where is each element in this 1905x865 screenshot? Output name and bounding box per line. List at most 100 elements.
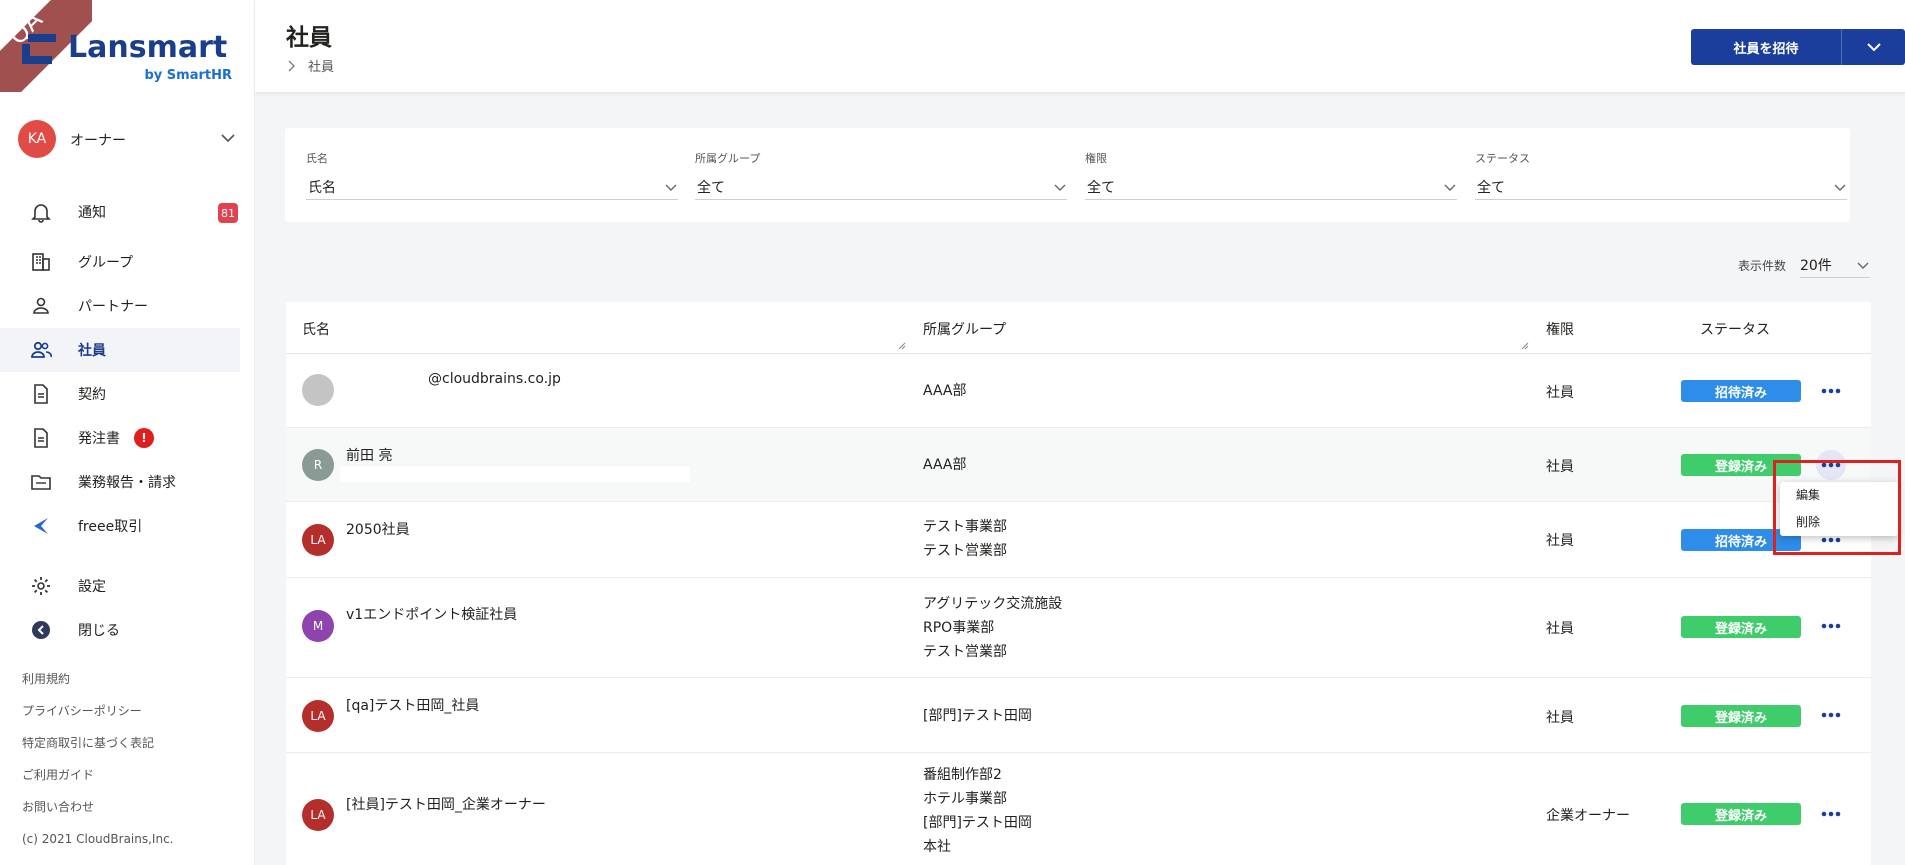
table-row[interactable]: @cloudbrains.co.jp AAA部 社員 招待済み [286, 354, 1871, 428]
table-row[interactable]: LA 2050社員 テスト事業部 テスト営業部 社員 招待済み [286, 502, 1871, 578]
column-header-name[interactable]: 氏名 [302, 319, 330, 339]
sidebar-item-partners[interactable]: パートナー [0, 284, 240, 328]
folder-icon [30, 471, 52, 493]
brand-name: Lansmart [68, 30, 228, 65]
table-row[interactable]: LA [qa]テスト田岡_社員 [部門]テスト田岡 社員 登録済み [286, 678, 1871, 753]
building-icon [30, 251, 52, 273]
account-switcher[interactable]: KA オーナー [18, 120, 238, 160]
invite-employee-button[interactable]: 社員を招待 [1691, 29, 1905, 65]
commerce-law-link[interactable]: 特定商取引に基づく表記 [22, 732, 154, 764]
column-resize-handle[interactable] [898, 342, 906, 350]
column-header-group[interactable]: 所属グループ [923, 319, 1006, 339]
copyright: (c) 2021 CloudBrains,Inc. [22, 832, 174, 846]
terms-link[interactable]: 利用規約 [22, 668, 154, 700]
lansmart-logo-icon [22, 34, 56, 64]
row-actions-button[interactable] [1816, 799, 1846, 829]
avatar [302, 374, 334, 406]
sidebar-item-label: 契約 [78, 387, 106, 403]
more-horizontal-icon [1821, 623, 1841, 629]
employee-groups: AAA部 [923, 383, 967, 399]
filter-panel: 氏名 氏名 所属グループ 全て 権限 全て ステータス 全て [285, 128, 1850, 222]
page-title: 社員 [286, 25, 332, 51]
employee-role: 社員 [1546, 459, 1574, 475]
sidebar-item-label: 閉じる [78, 623, 120, 639]
table-row[interactable]: R 前田 亮 AAA部 社員 登録済み [286, 428, 1871, 502]
row-actions-button[interactable] [1816, 700, 1846, 730]
filter-role: 権限 全て [1085, 150, 1457, 200]
employee-role: 企業オーナー [1546, 808, 1630, 824]
per-page-control: 表示件数 20件 [1738, 252, 1871, 278]
chevron-down-icon [1834, 184, 1846, 191]
filter-name: 氏名 氏名 [306, 150, 678, 200]
sidebar-item-freee[interactable]: freee取引 [0, 504, 240, 548]
guide-link[interactable]: ご利用ガイド [22, 764, 154, 796]
gear-icon [30, 575, 52, 597]
table-row[interactable]: LA [社員]テスト田岡_企業オーナー 番組制作部2 ホテル事業部 [部門]テスト田… [286, 753, 1871, 865]
sidebar-item-employees[interactable]: 社員 [0, 328, 240, 372]
chevron-down-icon [221, 134, 235, 143]
privacy-link[interactable]: プライバシーポリシー [22, 700, 154, 732]
group-filter-select[interactable]: 全て [695, 174, 1067, 200]
notification-count-badge: 81 [218, 203, 238, 223]
logo[interactable]: Lansmart by SmartHR [22, 30, 232, 90]
invite-dropdown-toggle[interactable] [1842, 38, 1905, 56]
column-resize-handle[interactable] [1521, 342, 1529, 350]
contact-link[interactable]: お問い合わせ [22, 796, 154, 828]
status-badge: 登録済み [1681, 705, 1801, 727]
more-horizontal-icon [1821, 388, 1841, 394]
document-icon [30, 383, 52, 405]
table-row[interactable]: M v1エンドポイント検証社員 アグリテック交流施設 RPO事業部 テスト営業部 社… [286, 578, 1871, 678]
footer-links: 利用規約 プライバシーポリシー 特定商取引に基づく表記 ご利用ガイド お問い合わ… [22, 668, 154, 828]
employee-role: 社員 [1546, 710, 1574, 726]
per-page-select[interactable]: 20件 [1800, 252, 1871, 278]
redacted-email [340, 466, 690, 482]
chevron-down-icon [1054, 184, 1066, 191]
invite-button-label: 社員を招待 [1733, 41, 1799, 57]
more-horizontal-icon [1821, 811, 1841, 817]
sidebar-item-label: 発注書 [78, 431, 120, 447]
more-horizontal-icon [1821, 712, 1841, 718]
chevron-down-icon [1866, 43, 1881, 52]
sidebar-nav: 通知 81 グループ パートナー 社員 契約 発注書 ! 業務報告・請求 fre… [0, 190, 240, 652]
sidebar-item-settings[interactable]: 設定 [0, 564, 240, 608]
sidebar-item-purchase-orders[interactable]: 発注書 ! [0, 416, 240, 460]
role-filter-select[interactable]: 全て [1085, 174, 1457, 200]
column-header-status[interactable]: ステータス [1700, 319, 1770, 339]
avatar: LA [302, 700, 334, 732]
avatar: LA [302, 799, 334, 831]
name-filter-select[interactable]: 氏名 [306, 174, 678, 200]
sidebar-item-label: 通知 [78, 205, 106, 221]
sidebar-item-label: グループ [78, 255, 134, 271]
sidebar-item-notifications[interactable]: 通知 81 [0, 190, 240, 234]
employee-name: [qa]テスト田岡_社員 [346, 698, 480, 714]
status-badge: 登録済み [1681, 616, 1801, 638]
employee-role: 社員 [1546, 533, 1574, 549]
column-header-role[interactable]: 権限 [1546, 319, 1574, 339]
employee-role: 社員 [1546, 621, 1574, 637]
status-filter-select[interactable]: 全て [1475, 174, 1847, 200]
filter-label: 氏名 [306, 152, 328, 165]
sidebar-item-label: 業務報告・請求 [78, 475, 176, 491]
sidebar-item-contracts[interactable]: 契約 [0, 372, 240, 416]
sidebar-item-close[interactable]: 閉じる [0, 608, 240, 652]
sidebar-item-groups[interactable]: グループ [0, 240, 240, 284]
employee-name: @cloudbrains.co.jp [428, 371, 561, 387]
row-actions-button[interactable] [1816, 611, 1846, 641]
filter-label: 権限 [1085, 152, 1107, 165]
sidebar-item-label: 設定 [78, 579, 106, 595]
employee-name: [社員]テスト田岡_企業オーナー [346, 797, 546, 813]
sidebar-item-work-reports[interactable]: 業務報告・請求 [0, 460, 240, 504]
table-header: 氏名 所属グループ 権限 ステータス [286, 302, 1871, 354]
breadcrumb: 社員 [286, 56, 334, 75]
row-actions-button[interactable] [1816, 376, 1846, 406]
filter-label: 所属グループ [695, 152, 761, 165]
sidebar-item-label: freee取引 [78, 519, 143, 535]
document-icon [30, 427, 52, 449]
breadcrumb-item[interactable]: 社員 [308, 56, 334, 75]
employee-groups: [部門]テスト田岡 [923, 708, 1032, 724]
avatar: M [302, 610, 334, 642]
filter-group: 所属グループ 全て [695, 150, 1067, 200]
chevron-down-icon [1444, 184, 1456, 191]
chevron-down-icon [1857, 262, 1869, 269]
avatar: R [302, 449, 334, 481]
